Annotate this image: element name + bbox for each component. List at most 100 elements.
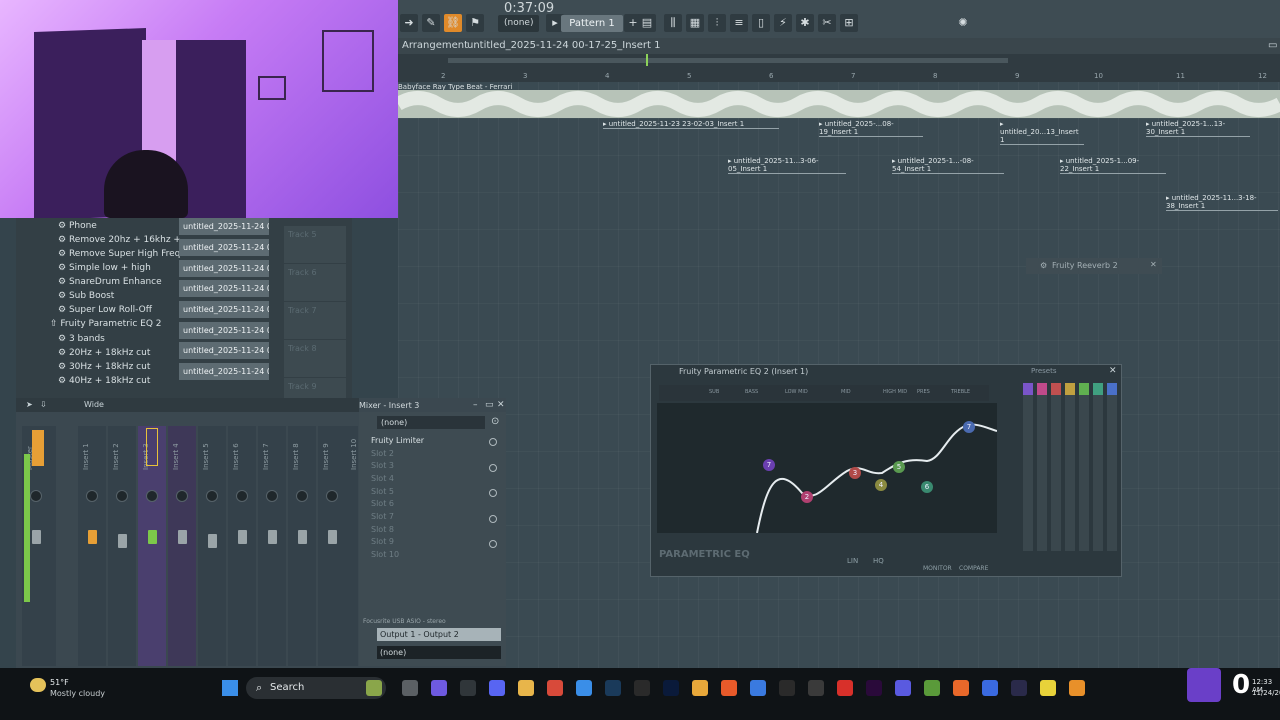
mixer-sliders-icon[interactable]: ⫶ (708, 14, 726, 32)
eq-band-3[interactable]: 3 (849, 467, 861, 479)
discord-icon[interactable] (489, 680, 505, 696)
chrome-icon[interactable] (692, 680, 708, 696)
track-header[interactable]: Track 5 (284, 226, 346, 263)
premiere-icon[interactable] (866, 680, 882, 696)
maximize-icon[interactable]: ▭ (1268, 40, 1277, 51)
clip[interactable]: untitled_2025-1...09-22_Insert 1 (1060, 157, 1166, 174)
weather-desc[interactable]: Mostly cloudy (50, 689, 105, 698)
mixer-icon[interactable]: ⫼ (664, 14, 682, 32)
playlist-clip[interactable]: untitled_2025-11-24 00-... (179, 322, 269, 339)
copilot-icon[interactable] (431, 680, 447, 696)
piano-roll-icon[interactable]: ▦ (686, 14, 704, 32)
preset-item[interactable]: ⚙ Remove 20hz + 16khz + (58, 235, 181, 245)
band-slider[interactable] (1079, 383, 1089, 551)
teams-icon[interactable] (895, 680, 911, 696)
fl-studio-icon[interactable] (1069, 680, 1085, 696)
preset-item[interactable]: ⚙ 40Hz + 18kHz cut (58, 376, 150, 386)
track-header[interactable]: Track 9 (284, 378, 346, 398)
slot-toggle[interactable] (489, 489, 497, 497)
mixer-strip-insert-8[interactable]: Insert 8 (288, 426, 316, 666)
timeline-ruler[interactable]: 2 3 4 5 6 7 8 9 10 11 12 (398, 54, 1280, 82)
opera-icon[interactable] (837, 680, 853, 696)
folder-icon[interactable] (518, 680, 534, 696)
photoshop-icon[interactable] (663, 680, 679, 696)
hq-button[interactable]: HQ (873, 557, 884, 565)
pan-knob[interactable] (176, 490, 188, 502)
app-icon[interactable] (750, 680, 766, 696)
volume-fader[interactable] (178, 530, 187, 544)
playlist-clip[interactable]: untitled_2025-11-24 00-... (179, 342, 269, 359)
volume-fader[interactable] (32, 530, 41, 544)
eq-band-1[interactable]: 7 (763, 459, 775, 471)
pan-knob[interactable] (266, 490, 278, 502)
mixer-strip-insert-3[interactable]: Insert 3 (138, 426, 166, 666)
volume-fader[interactable] (208, 534, 217, 548)
app-icon[interactable] (808, 680, 824, 696)
preset-item[interactable]: ⚙ SnareDrum Enhance (58, 277, 162, 287)
mixer-strip-insert-9[interactable]: Insert 9 (318, 426, 346, 666)
channel-rack-icon[interactable]: ▤ (638, 14, 656, 32)
volume-fader[interactable] (88, 530, 97, 544)
eq-band-2[interactable]: 2 (801, 491, 813, 503)
eq-curve-graph[interactable]: 7 2 3 4 5 6 7 (657, 403, 998, 534)
reverb-plugin-window[interactable]: ⚙ Fruity Reeverb 2 ✕ (1026, 258, 1162, 274)
browser-icon[interactable]: ≡ (730, 14, 748, 32)
arrangement-breadcrumb[interactable]: untitled_2025-11-24 00-17-25_Insert 1 (467, 40, 660, 51)
presets-label[interactable]: Presets (1031, 367, 1056, 375)
effect-slot[interactable]: Slot 8 (363, 525, 487, 537)
weather-temp[interactable]: 51°F (50, 678, 69, 687)
app-icon[interactable] (576, 680, 592, 696)
mixer-strip-insert-1[interactable]: Insert 1 (78, 426, 106, 666)
file-explorer-icon[interactable] (402, 680, 418, 696)
band-slider[interactable] (1051, 383, 1061, 551)
slot-toggle[interactable] (489, 438, 497, 446)
mixer-strip-insert-4[interactable]: Insert 4 (168, 426, 196, 666)
clip[interactable]: untitled_2025-1...-08-54_Insert 1 (892, 157, 1004, 174)
preset-item[interactable]: ⚙ 3 bands (58, 334, 105, 344)
slot-toggle[interactable] (489, 464, 497, 472)
volume-fader[interactable] (238, 530, 247, 544)
preset-dropdown[interactable]: (none) (377, 416, 485, 429)
preset-item[interactable]: ⚙ 20Hz + 18kHz cut (58, 348, 150, 358)
app-icon[interactable] (924, 680, 940, 696)
pan-knob[interactable] (146, 490, 158, 502)
app-icon[interactable] (460, 680, 476, 696)
band-slider[interactable] (1093, 383, 1103, 551)
clip[interactable]: untitled_2025-11-23 23-02-03_Insert 1 (603, 120, 779, 129)
volume-fader[interactable] (268, 530, 277, 544)
effect-slot[interactable]: Slot 5 (363, 487, 487, 499)
plugin-icon[interactable]: ⚡ (774, 14, 792, 32)
app-icon[interactable] (953, 680, 969, 696)
app-icon[interactable] (547, 680, 563, 696)
close-icon[interactable]: ✕ (1109, 366, 1117, 376)
tools-icon[interactable]: ✂ (818, 14, 836, 32)
download-icon[interactable]: ⇩ (40, 400, 47, 409)
preset-item[interactable]: ⚙ 30Hz + 18kHz cut (58, 362, 150, 372)
preset-settings-icon[interactable]: ⊙ (491, 416, 499, 427)
close-icon[interactable]: ✕ (497, 400, 505, 410)
lin-button[interactable]: LIN (847, 557, 858, 565)
effect-slot[interactable]: Slot 7 (363, 512, 487, 524)
clip[interactable]: untitled_2025-...08-19_Insert 1 (819, 120, 923, 137)
clip[interactable]: untitled_2025-1...13-30_Insert 1 (1146, 120, 1250, 137)
windows-start-icon[interactable] (222, 680, 238, 696)
volume-fader[interactable] (328, 530, 337, 544)
minimize-icon[interactable]: – (473, 400, 478, 410)
mixer-strip-insert-7[interactable]: Insert 7 (258, 426, 286, 666)
scroll-bar[interactable] (448, 58, 1008, 63)
app-icon[interactable] (366, 680, 382, 696)
compare-button[interactable]: COMPARE (959, 565, 988, 572)
eq-band-7[interactable]: 7 (963, 421, 975, 433)
volume-fader[interactable] (118, 534, 127, 548)
playhead[interactable] (646, 54, 648, 66)
band-slider[interactable] (1023, 383, 1033, 551)
weather-icon[interactable] (30, 678, 46, 692)
effect-slot[interactable]: Slot 6 (363, 499, 487, 511)
playlist-clip[interactable]: untitled_2025-11-24 00-... (179, 239, 269, 256)
pan-knob[interactable] (296, 490, 308, 502)
pan-knob[interactable] (116, 490, 128, 502)
effect-slot[interactable]: Slot 10 (363, 550, 487, 562)
arrow-right-icon[interactable]: ➜ (400, 14, 418, 32)
preset-item[interactable]: ⚙ Super Low Roll-Off (58, 305, 152, 315)
arrangement-title[interactable]: Arrangement (402, 40, 468, 51)
